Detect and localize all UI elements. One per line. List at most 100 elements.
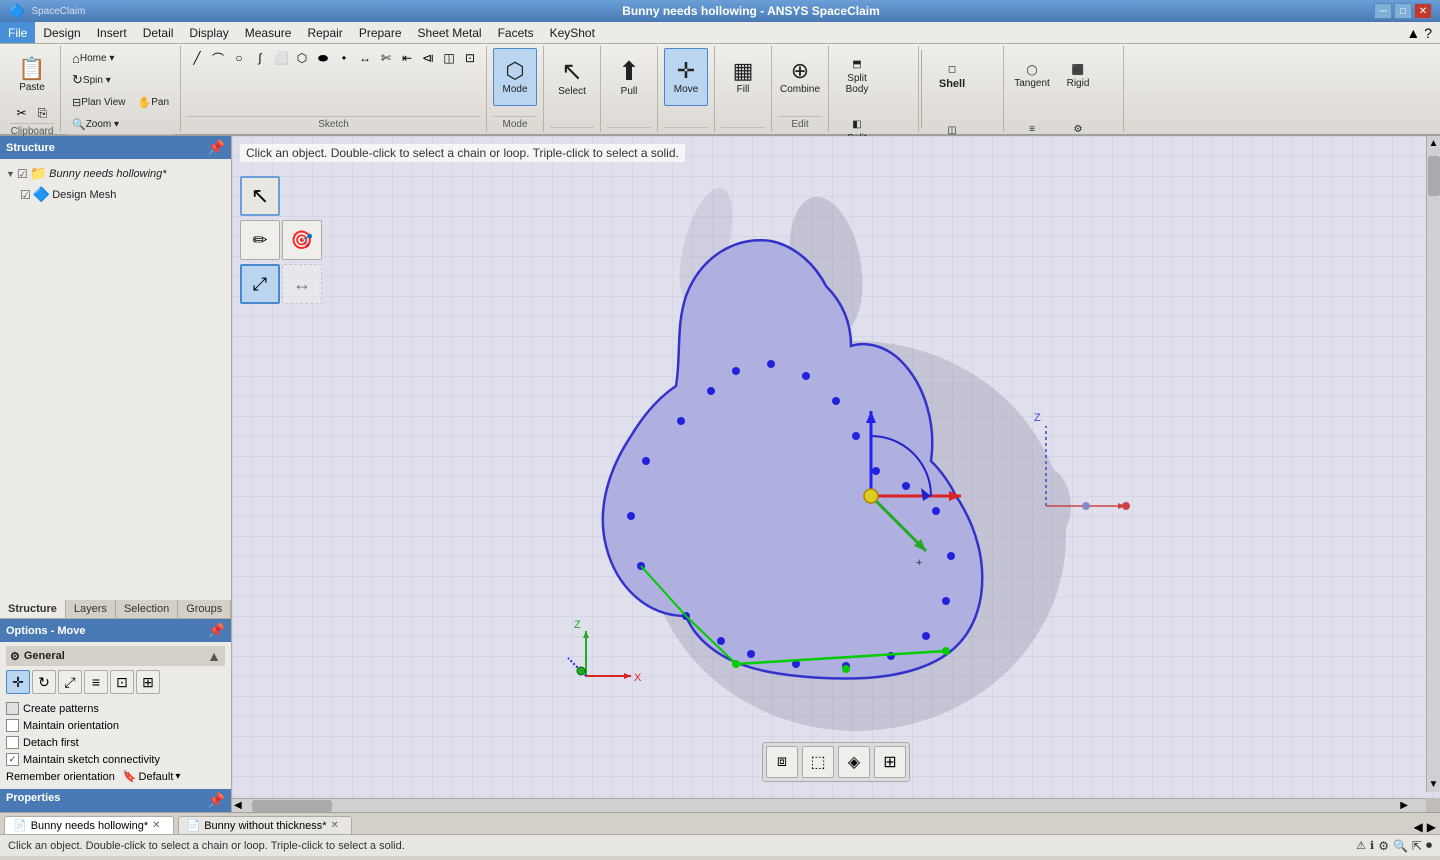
tab-close-1[interactable]: ✕ [152,820,160,831]
sketch-tool-11[interactable]: ⇤ [397,48,417,68]
tab-scroll-left-button[interactable]: ◀ [1414,820,1423,834]
combine-button[interactable]: ⊕ Combine [778,48,822,106]
scroll-down-button[interactable]: ▼ [1427,779,1440,790]
tab-bunny-thickness[interactable]: 📄 Bunny without thickness* ✕ [178,816,352,834]
menu-insert[interactable]: Insert [89,22,135,43]
shell-button[interactable]: ◻ Shell [930,48,974,106]
view-perspective-button[interactable]: ◈ [838,746,870,778]
menu-detail[interactable]: Detail [135,22,182,43]
menu-keyshot[interactable]: KeyShot [542,22,603,43]
view-cube-button[interactable]: ⧈ [766,746,798,778]
properties-pin[interactable]: 📌 [208,792,225,809]
menu-file[interactable]: File [0,22,35,43]
menu-repair[interactable]: Repair [299,22,350,43]
split-body-button[interactable]: ⬒ Split Body [835,48,879,106]
tab-close-2[interactable]: ✕ [331,820,339,831]
close-button[interactable]: ✕ [1414,3,1432,19]
maintain-orientation-checkbox[interactable] [6,719,19,732]
pull-button[interactable]: ⬆ Pull [607,48,651,106]
tab-scroll-right-button[interactable]: ▶ [1427,820,1436,834]
statusbar-expand-button[interactable]: ⇱ [1412,839,1422,853]
paste-button[interactable]: 📋 Paste [10,48,54,103]
opt-tool-pattern[interactable]: ⊞ [136,670,160,694]
fill-button[interactable]: ▦ Fill [721,48,765,106]
sketch-tool-13[interactable]: ◫ [439,48,459,68]
opt-tool-rotate[interactable]: ↻ [32,670,56,694]
help-icon[interactable]: ? [1424,25,1432,41]
tab-bunny-hollowing[interactable]: 📄 Bunny needs hollowing* ✕ [4,816,174,834]
menu-display[interactable]: Display [181,22,236,43]
detach-first-checkbox[interactable] [6,736,19,749]
tab-selection[interactable]: Selection [116,600,178,618]
sketch-tool-10[interactable]: ✄ [376,48,396,68]
tree-child-check-icon[interactable]: ☑ [20,188,31,202]
sketch-tool-6[interactable]: ⬡ [292,48,312,68]
maintain-sketch-checkbox[interactable] [6,753,19,766]
tree-child-item[interactable]: ☑ 🔷 Design Mesh [4,184,227,205]
minimize-button[interactable]: ─ [1374,3,1392,19]
move-tool-alt-button[interactable]: ↔ [282,264,322,304]
opt-tool-align[interactable]: ≡ [84,670,108,694]
maximize-button[interactable]: □ [1394,3,1412,19]
select-button[interactable]: ↖ Select [550,48,594,106]
viewport-scrollbar-right[interactable]: ▲ ▼ [1426,136,1440,792]
pan-button[interactable]: ✋ Pan [133,92,175,112]
cut-button[interactable]: ✂ [12,103,32,123]
options-pin[interactable]: 📌 [208,622,225,639]
tree-expand-icon[interactable]: ▼ [6,169,15,179]
menu-measure[interactable]: Measure [237,22,300,43]
general-section-header[interactable]: ⚙ General ▲ [6,646,225,666]
view-wireframe-button[interactable]: ⬚ [802,746,834,778]
sketch-tool-9[interactable]: ↔ [355,48,375,68]
opt-tool-snap[interactable]: ⊡ [110,670,134,694]
rigid-button[interactable]: ⬛ Rigid [1056,48,1100,106]
cursor-tool-button[interactable]: ↖ [240,176,280,216]
sketch-tool-1[interactable]: ╱ [187,48,207,68]
menu-prepare[interactable]: Prepare [351,22,410,43]
window-controls[interactable]: ─ □ ✕ [1374,3,1432,19]
home-button[interactable]: ⌂ Home ▾ [67,48,119,68]
scroll-right-button[interactable]: ▶ [1400,799,1408,812]
structure-pin[interactable]: 📌 [208,139,225,156]
statusbar-record-button[interactable]: ⏺ [1426,838,1432,853]
sketch-tool-7[interactable]: ⬬ [313,48,333,68]
mode-button[interactable]: ⬡ Mode [493,48,537,106]
sketch-tool-3[interactable]: ○ [229,48,249,68]
tab-layers[interactable]: Layers [66,600,116,618]
zoom-button[interactable]: 🔍 Zoom ▾ [67,114,124,134]
section-collapse-icon[interactable]: ▲ [207,648,221,664]
tree-check-icon[interactable]: ☑ [17,167,28,181]
create-patterns-checkbox[interactable] [6,702,19,715]
statusbar-settings-button[interactable]: ⚙ [1378,839,1389,853]
sketch-tool-8[interactable]: • [334,48,354,68]
viewport[interactable]: Click an object. Double-click to select … [232,136,1440,812]
default-dropdown[interactable]: 🔖 Default ▾ [123,770,181,783]
menu-facets[interactable]: Facets [490,22,542,43]
statusbar-search-button[interactable]: 🔍 [1393,839,1408,853]
tangent-button[interactable]: ◯ Tangent [1010,48,1054,106]
menu-sheet-metal[interactable]: Sheet Metal [410,22,490,43]
plan-view-button[interactable]: ⊟ Plan View [67,92,131,112]
move-button[interactable]: ✛ Move [664,48,708,106]
scroll-up-button[interactable]: ▲ [1427,138,1440,149]
help-expand-icon[interactable]: ▲ [1406,25,1420,41]
copy-button[interactable]: ⎘ [33,103,53,123]
menu-design[interactable]: Design [35,22,88,43]
opt-tool-scale[interactable]: ⤢ [58,670,82,694]
tab-structure[interactable]: Structure [0,600,66,618]
sketch-tool-14[interactable]: ⊡ [460,48,480,68]
sketch-tool-5[interactable]: ⬜ [271,48,291,68]
tab-groups[interactable]: Groups [178,600,231,618]
pencil-tool-button[interactable]: ✏ [240,220,280,260]
sketch-tool-2[interactable]: ⌒ [208,48,228,68]
tree-root-item[interactable]: ▼ ☑ 📁 Bunny needs hollowing* [4,163,227,184]
sketch-tool-4[interactable]: ∫ [250,48,270,68]
spin-button[interactable]: ↻ Spin ▾ [67,70,116,90]
view-grid-button[interactable]: ⊞ [874,746,906,778]
scroll-left-button[interactable]: ◀ [234,799,242,812]
stamp-tool-button[interactable]: 🎯 [282,220,322,260]
viewport-scrollbar-bottom[interactable]: ◀ ▶ [232,798,1426,812]
sketch-tool-12[interactable]: ⧏ [418,48,438,68]
opt-tool-move[interactable]: ✛ [6,670,30,694]
move-tool-active-button[interactable]: ⤢ [240,264,280,304]
